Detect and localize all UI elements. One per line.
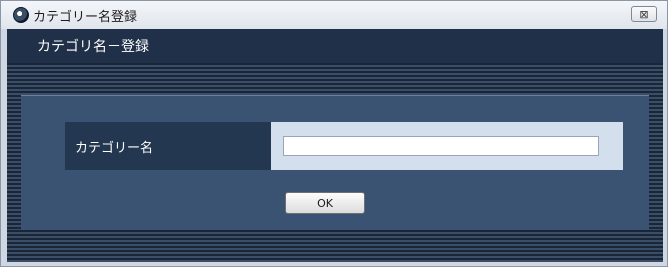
category-name-label: カテゴリー名: [75, 140, 154, 156]
category-name-input[interactable]: [283, 136, 599, 156]
form-panel: カテゴリー名 OK: [21, 95, 649, 230]
category-name-label-cell: カテゴリー名: [65, 122, 271, 170]
page-title: カテゴリ名－登録: [37, 39, 149, 55]
decorative-stripes-left: [7, 95, 21, 230]
dialog-window: カテゴリー名登録 ⊠ カテゴリ名－登録 カテゴリー名 OK: [0, 0, 668, 267]
category-name-row: カテゴリー名: [65, 122, 623, 170]
decorative-stripes-bottom: [7, 230, 663, 262]
close-button[interactable]: ⊠: [631, 6, 657, 22]
window-title: カテゴリー名登録: [33, 9, 138, 25]
close-icon: ⊠: [639, 7, 649, 21]
decorative-stripes-top: [7, 63, 663, 95]
decorative-stripes-right: [649, 95, 663, 230]
dialog-content: カテゴリ名－登録 カテゴリー名 OK: [7, 29, 663, 262]
header-bar: カテゴリ名－登録: [7, 29, 663, 63]
title-bar[interactable]: カテゴリー名登録 ⊠: [1, 1, 667, 29]
category-name-input-cell: [271, 122, 623, 170]
app-icon: [13, 7, 29, 23]
ok-button[interactable]: OK: [285, 192, 365, 214]
